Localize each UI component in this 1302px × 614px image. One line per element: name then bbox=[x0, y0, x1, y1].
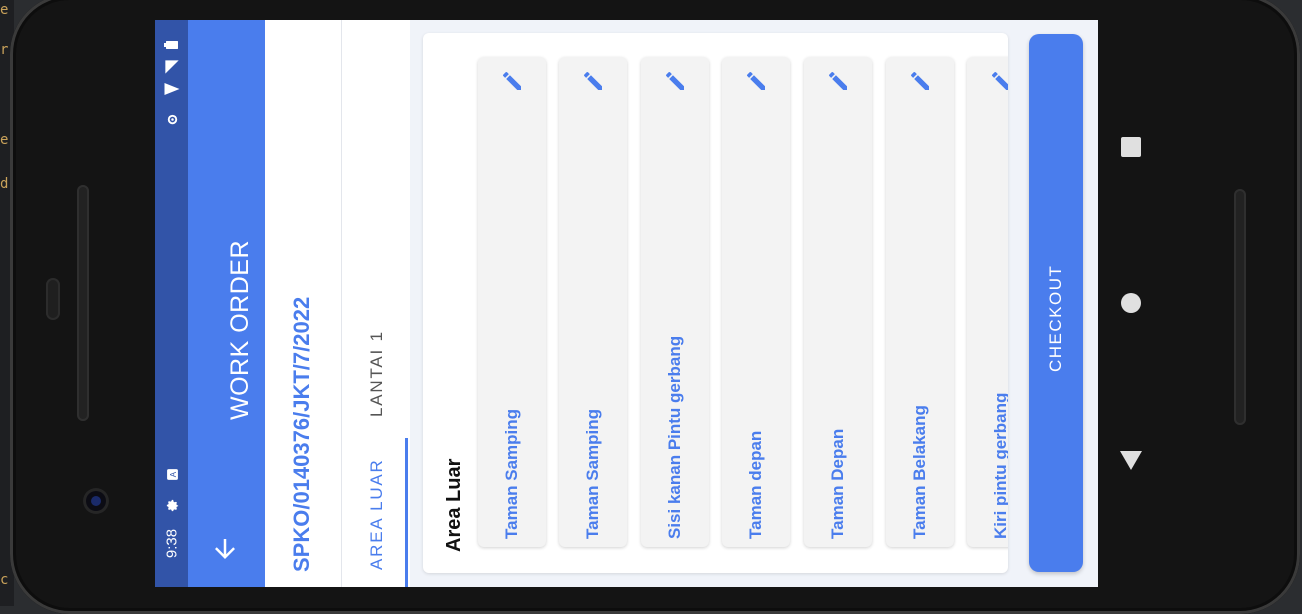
settings-icon bbox=[163, 496, 181, 514]
wifi-icon bbox=[163, 80, 181, 98]
home-button[interactable] bbox=[1121, 293, 1141, 313]
notification-a-icon: A bbox=[163, 465, 181, 483]
list-item[interactable]: Taman depan bbox=[722, 57, 790, 547]
ide-glyph: e bbox=[0, 132, 9, 148]
app-bar: WORK ORDER bbox=[188, 20, 265, 587]
ide-glyph: r bbox=[0, 42, 9, 58]
device-screen: 9:38 A WORK ORDER SPKO/0140376/JKT/7/202… bbox=[155, 20, 1098, 587]
right-speaker bbox=[1234, 189, 1246, 425]
battery-icon bbox=[163, 36, 181, 54]
list-item[interactable]: Taman Depan bbox=[804, 57, 872, 547]
list-item[interactable]: Sisi kanan Pintu gerbang bbox=[641, 57, 709, 547]
section-title: Area Luar bbox=[443, 458, 465, 552]
list-item-label: Sisi kanan Pintu gerbang bbox=[665, 335, 684, 539]
list-item-label: Kiri pintu gerbang bbox=[991, 392, 1008, 539]
status-bar: 9:38 A bbox=[155, 20, 188, 587]
ide-glyph: c bbox=[0, 572, 9, 588]
list-item-label: Taman depan bbox=[746, 430, 765, 539]
list-item-label: Taman Depan bbox=[828, 428, 847, 539]
list-item[interactable]: Taman Samping bbox=[559, 57, 627, 547]
ide-glyph: d bbox=[0, 176, 9, 192]
pencil-icon[interactable] bbox=[744, 69, 768, 93]
back-nav-button[interactable] bbox=[1120, 451, 1142, 470]
pencil-icon[interactable] bbox=[500, 69, 524, 93]
recent-apps-button[interactable] bbox=[1121, 137, 1141, 157]
front-camera-icon bbox=[83, 488, 109, 514]
page-title: WORK ORDER bbox=[226, 240, 254, 420]
work-order-panel: SPKO/0140376/JKT/7/2022 AREA LUAR LANTAI… bbox=[265, 20, 410, 587]
ide-glyph: e bbox=[0, 2, 9, 18]
signal-icon bbox=[163, 58, 181, 76]
tab-selected-indicator bbox=[405, 438, 408, 587]
arrow-back-icon[interactable] bbox=[210, 534, 240, 564]
list-item[interactable]: Taman Samping bbox=[478, 57, 546, 547]
list-item-label: Taman Belakang bbox=[910, 405, 929, 539]
pencil-icon[interactable] bbox=[826, 69, 850, 93]
list-item-label: Taman Samping bbox=[502, 408, 521, 539]
pencil-icon[interactable] bbox=[663, 69, 687, 93]
pencil-icon[interactable] bbox=[908, 69, 932, 93]
sensor-slot bbox=[46, 278, 60, 320]
checkout-button[interactable]: CHECKOUT bbox=[1029, 34, 1083, 572]
tab-lantai-1[interactable]: LANTAI 1 bbox=[367, 330, 387, 417]
checkout-label: CHECKOUT bbox=[1046, 264, 1065, 372]
list-item[interactable]: Kiri pintu gerbang bbox=[967, 57, 1008, 547]
pencil-icon[interactable] bbox=[581, 69, 605, 93]
location-icon bbox=[163, 110, 181, 128]
area-card: Area Luar Taman Samping Taman Samping Si… bbox=[423, 33, 1008, 573]
panel-divider bbox=[341, 20, 342, 587]
left-speaker bbox=[77, 185, 89, 421]
work-order-number: SPKO/0140376/JKT/7/2022 bbox=[289, 296, 314, 572]
list-item[interactable]: Taman Belakang bbox=[886, 57, 954, 547]
tab-area-luar[interactable]: AREA LUAR bbox=[367, 458, 387, 570]
svg-text:A: A bbox=[168, 471, 177, 477]
status-time: 9:38 bbox=[163, 528, 181, 559]
pencil-icon[interactable] bbox=[989, 69, 1008, 93]
list-item-label: Taman Samping bbox=[583, 408, 602, 539]
area-item-list: Taman Samping Taman Samping Sisi kanan P… bbox=[478, 57, 1008, 549]
